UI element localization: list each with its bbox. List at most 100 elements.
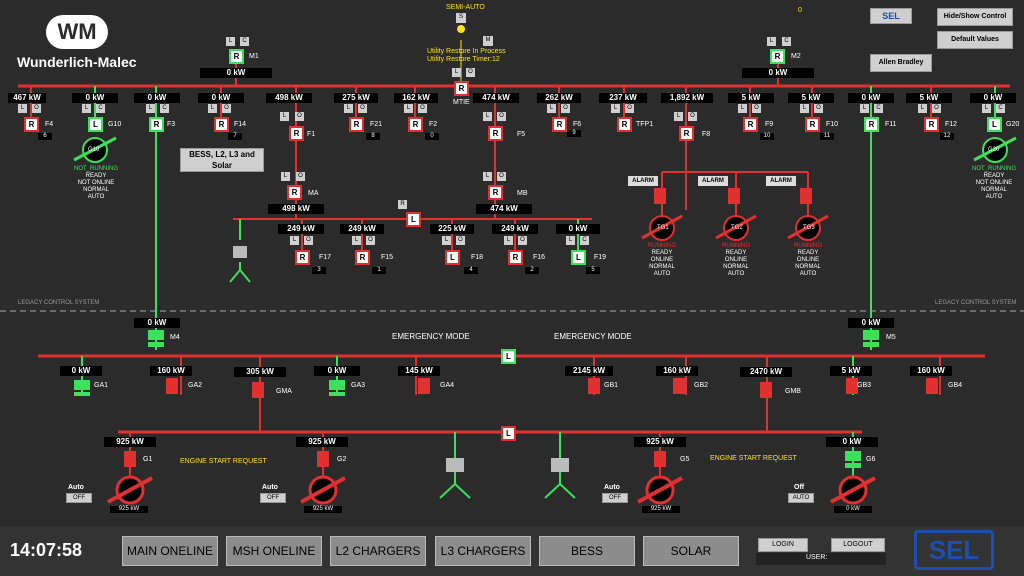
subfeeder-breaker-f18[interactable]: L xyxy=(445,250,460,265)
engine-label: G1 xyxy=(143,456,153,463)
feeder-breaker-f8[interactable]: R xyxy=(679,126,694,141)
nav-solar[interactable]: SOLAR xyxy=(643,536,739,566)
allen-bradley-button[interactable]: Allen Bradley xyxy=(870,54,932,72)
subfeeder-label: F18 xyxy=(471,254,484,261)
feeder-breaker-f3[interactable]: R xyxy=(149,117,164,132)
manual-m-button[interactable]: M xyxy=(483,36,493,46)
feeder-breaker-tfp1[interactable]: R xyxy=(617,117,632,132)
g2-breaker[interactable] xyxy=(317,451,329,467)
mtie-breaker[interactable]: R xyxy=(454,81,469,96)
engine-kw: 0 kW xyxy=(826,437,878,447)
feeder-breaker-f12[interactable]: R xyxy=(924,117,939,132)
nav-l3-chargers[interactable]: L3 CHARGERS xyxy=(435,536,531,566)
gmb-breaker[interactable] xyxy=(760,382,772,398)
hide-show-control-button[interactable]: Hide/Show Control xyxy=(937,8,1013,26)
gma-breaker[interactable] xyxy=(252,382,264,398)
ga2-breaker[interactable] xyxy=(166,378,178,394)
subfeeder-breaker-f15[interactable]: R xyxy=(355,250,370,265)
emergency-mode-right: EMERGENCY MODE xyxy=(554,332,632,341)
subtie-breaker[interactable]: L xyxy=(406,212,421,227)
g1-breaker[interactable] xyxy=(124,451,136,467)
user-label: USER: xyxy=(806,554,828,561)
gb2-breaker[interactable] xyxy=(673,378,685,394)
feeder-l-tag: L xyxy=(82,104,91,113)
logout-button[interactable]: LOGOUT xyxy=(831,538,885,552)
engine-state-button[interactable]: OFF xyxy=(602,493,628,503)
feeder-breaker-f4[interactable]: R xyxy=(24,117,39,132)
mb-l-tag: L xyxy=(483,172,492,181)
feeder-breaker-f6[interactable]: R xyxy=(552,117,567,132)
login-button[interactable]: LOGIN xyxy=(758,538,808,552)
ga1-breaker[interactable] xyxy=(74,380,90,390)
sel-logo-text: SEL xyxy=(928,535,980,565)
g5-breaker[interactable] xyxy=(654,451,666,467)
feeder-label: F3 xyxy=(167,121,176,128)
engine-state-button[interactable]: OFF xyxy=(260,493,286,503)
emergency-tie-breaker[interactable]: L xyxy=(501,349,516,364)
sel-small-button[interactable]: SEL xyxy=(870,8,912,24)
gen-bus-tie-breaker[interactable]: L xyxy=(501,426,516,441)
mb-breaker[interactable]: R xyxy=(488,185,503,200)
feeder-breaker-f2[interactable]: R xyxy=(408,117,423,132)
default-values-button[interactable]: Default Values xyxy=(937,31,1013,49)
subfeeder-kw: 0 kW xyxy=(556,224,600,234)
engine-state-button[interactable]: OFF xyxy=(66,493,92,503)
feeder-breaker-f9[interactable]: R xyxy=(743,117,758,132)
tg2-breaker[interactable] xyxy=(728,188,740,204)
feeder-breaker-f1[interactable]: R xyxy=(289,126,304,141)
tg1-breaker[interactable] xyxy=(654,188,666,204)
feeder-kw: 5 kW xyxy=(788,93,834,103)
mtie-o-tag: O xyxy=(466,68,475,77)
nav-main-oneline[interactable]: MAIN ONELINE xyxy=(122,536,218,566)
m4-breaker[interactable] xyxy=(148,330,164,340)
subfeeder-o-tag: O xyxy=(518,236,527,245)
subfeeder-breaker-f19[interactable]: L xyxy=(571,250,586,265)
feeder-breaker-f14[interactable]: R xyxy=(214,117,229,132)
nav-msh-oneline[interactable]: MSH ONELINE xyxy=(226,536,322,566)
feeder-breaker-g20[interactable]: L xyxy=(987,117,1002,132)
ga3-breaker-lower xyxy=(329,392,345,396)
engine-label: G5 xyxy=(680,456,690,463)
subfeeder-count: 2 xyxy=(525,267,539,274)
feeder-breaker-f11[interactable]: R xyxy=(864,117,879,132)
tg3-breaker[interactable] xyxy=(800,188,812,204)
status-line: READY xyxy=(85,173,107,179)
feeder-l-tag: L xyxy=(738,104,747,113)
nav-bess[interactable]: BESS xyxy=(539,536,635,566)
gen-label: GB3 xyxy=(857,382,872,389)
feeder-count: 8 xyxy=(366,133,380,140)
gb4-breaker[interactable] xyxy=(926,378,938,394)
ga4-breaker[interactable] xyxy=(418,378,430,394)
subtie-r-tag: R xyxy=(398,200,407,209)
status-line: ONLINE xyxy=(724,257,748,263)
subfeeder-breaker-f16[interactable]: R xyxy=(508,250,523,265)
status-line: AUTO xyxy=(87,194,105,200)
engine-start-request-right: ENGINE START REQUEST xyxy=(710,455,797,462)
nav-l2-chargers[interactable]: L2 CHARGERS xyxy=(330,536,426,566)
feeder-label: F1 xyxy=(307,131,316,138)
ga3-breaker[interactable] xyxy=(329,380,345,390)
gen-kw: 160 kW xyxy=(910,366,952,376)
gb1-breaker[interactable] xyxy=(588,378,600,394)
feeder-breaker-g10[interactable]: L xyxy=(88,117,103,132)
feeder-o-tag: O xyxy=(561,104,570,113)
status-line: AUTO xyxy=(653,271,671,277)
g6-breaker[interactable] xyxy=(845,451,861,461)
emergency-mode-left: EMERGENCY MODE xyxy=(392,332,470,341)
subfeeder-label: F17 xyxy=(319,254,332,261)
bess-l2-l3-solar-button[interactable]: BESS, L2, L3 and Solar xyxy=(180,148,264,172)
feeder-breaker-f10[interactable]: R xyxy=(805,117,820,132)
subfeeder-count: 3 xyxy=(312,267,326,274)
m5-breaker[interactable] xyxy=(863,330,879,340)
m2-breaker[interactable]: R xyxy=(770,49,785,64)
subfeeder-kw: 249 kW xyxy=(492,224,538,234)
ma-breaker[interactable]: R xyxy=(287,185,302,200)
subfeeder-breaker-f17[interactable]: R xyxy=(295,250,310,265)
subfeeder-label: F15 xyxy=(381,254,394,261)
feeder-breaker-f5[interactable]: R xyxy=(488,126,503,141)
feeder-breaker-f21[interactable]: R xyxy=(349,117,364,132)
engine-state-button[interactable]: AUTO xyxy=(788,493,814,503)
semi-auto-s-button[interactable]: S xyxy=(456,13,466,23)
m1-breaker[interactable]: R xyxy=(229,49,244,64)
feeder-o-tag: O xyxy=(752,104,761,113)
